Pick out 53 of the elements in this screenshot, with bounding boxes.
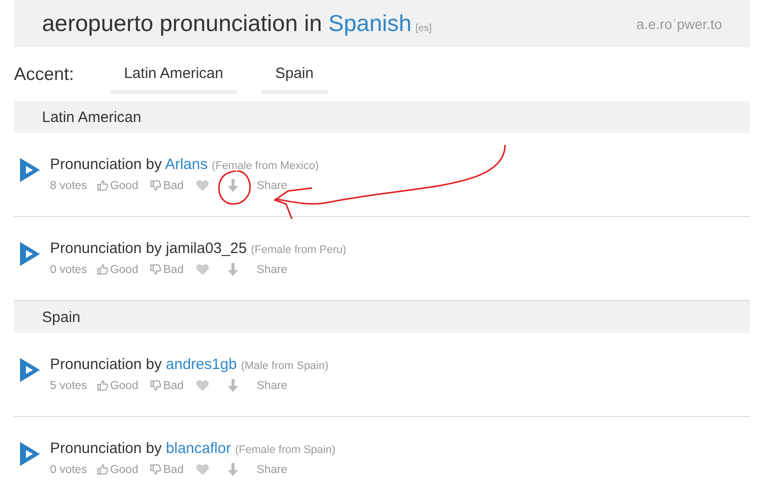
bad-button[interactable]: Bad bbox=[150, 264, 184, 276]
thumbs-up-icon bbox=[97, 464, 108, 475]
heart-icon[interactable] bbox=[196, 380, 209, 391]
share-link[interactable]: Share bbox=[256, 464, 288, 476]
share-link[interactable]: Share bbox=[256, 264, 288, 276]
thumbs-down-icon bbox=[150, 264, 162, 275]
phonetic-text: a.e.roˈpwer.to bbox=[636, 16, 722, 32]
play-icon[interactable] bbox=[18, 356, 42, 384]
vote-count: 5 votes bbox=[50, 380, 88, 392]
good-button[interactable]: Good bbox=[97, 380, 138, 392]
author-name: jamila03_25 bbox=[166, 240, 247, 257]
author-link[interactable]: Arlans bbox=[165, 156, 208, 173]
pronunciation-title: Pronunciation by blancaflor (Female from Spain) bbox=[50, 440, 336, 457]
download-icon[interactable] bbox=[226, 179, 239, 192]
download-icon[interactable] bbox=[226, 379, 239, 392]
thumbs-up-icon bbox=[97, 180, 108, 191]
page-title: aeropuerto pronunciation in Spanish [es] bbox=[42, 10, 433, 37]
heart-icon[interactable] bbox=[196, 264, 209, 275]
download-icon[interactable] bbox=[226, 463, 239, 476]
vote-count: 0 votes bbox=[50, 464, 88, 476]
good-button[interactable]: Good bbox=[97, 264, 138, 276]
play-icon[interactable] bbox=[18, 240, 42, 268]
good-button[interactable]: Good bbox=[97, 180, 138, 192]
accent-tab[interactable]: Spain bbox=[261, 58, 328, 94]
bad-button[interactable]: Bad bbox=[150, 464, 184, 476]
accent-label: Accent: bbox=[14, 64, 76, 84]
bad-button[interactable]: Bad bbox=[150, 380, 184, 392]
bad-button[interactable]: Bad bbox=[150, 180, 184, 192]
thumbs-down-icon bbox=[150, 464, 162, 475]
accent-tab[interactable]: Latin American bbox=[110, 58, 238, 94]
thumbs-up-icon bbox=[97, 380, 108, 391]
heart-icon[interactable] bbox=[196, 464, 209, 475]
vote-count: 8 votes bbox=[50, 180, 88, 192]
play-icon[interactable] bbox=[18, 440, 42, 468]
good-button[interactable]: Good bbox=[97, 464, 138, 476]
author-link[interactable]: blancaflor bbox=[166, 440, 231, 457]
play-icon[interactable] bbox=[18, 156, 42, 184]
vote-count: 0 votes bbox=[50, 264, 88, 276]
pronunciation-title: Pronunciation by jamila03_25 (Female from Peru) bbox=[50, 240, 346, 257]
pronunciation-title: Pronunciation by Arlans (Female from Mexico) bbox=[50, 156, 319, 173]
thumbs-down-icon bbox=[150, 180, 162, 191]
heart-icon[interactable] bbox=[196, 180, 209, 191]
thumbs-up-icon bbox=[97, 264, 108, 275]
language-link[interactable]: Spanish bbox=[328, 10, 412, 36]
pronunciation-title: Pronunciation by andres1gb (Male from Spain) bbox=[50, 356, 328, 373]
share-link[interactable]: Share bbox=[256, 380, 288, 392]
thumbs-down-icon bbox=[150, 380, 162, 391]
language-code: [es] bbox=[416, 23, 432, 34]
share-link[interactable]: Share bbox=[256, 180, 288, 192]
download-icon[interactable] bbox=[226, 263, 239, 276]
author-link[interactable]: andres1gb bbox=[166, 356, 237, 373]
section-title: Latin American bbox=[42, 108, 142, 126]
section-title: Spain bbox=[42, 308, 80, 326]
